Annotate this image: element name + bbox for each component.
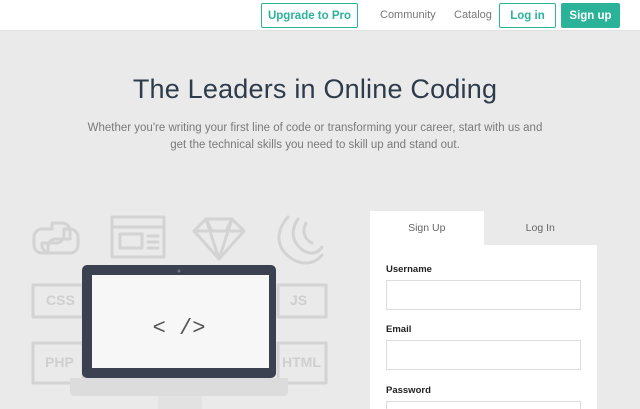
tab-log-in[interactable]: Log In: [483, 211, 597, 245]
browser-icon: [110, 215, 166, 259]
badge-label-js: JS: [290, 292, 307, 308]
badge-label-html: HTML: [282, 354, 321, 370]
sass-icon: [277, 215, 324, 265]
username-input[interactable]: [386, 280, 581, 310]
username-label: Username: [386, 264, 432, 275]
badge-label-php: PHP: [45, 354, 74, 370]
hero-subtitle-line-1: Whether you're writing your first line o…: [87, 122, 543, 134]
python-icon: [32, 221, 80, 255]
password-input[interactable]: [386, 401, 581, 409]
tab-sign-up[interactable]: Sign Up: [370, 211, 484, 245]
badge-label-css: CSS: [46, 292, 75, 308]
upgrade-to-pro-button[interactable]: Upgrade to Pro: [261, 3, 358, 28]
email-input[interactable]: [386, 340, 581, 370]
top-nav-bar: Upgrade to Pro Community Catalog Log in …: [0, 0, 640, 31]
hero-subtitle-line-2: get the technical skills you need to ski…: [170, 139, 460, 151]
hero-title: The Leaders in Online Coding: [132, 74, 498, 104]
login-button[interactable]: Log in: [499, 3, 556, 28]
nav-link-catalog[interactable]: Catalog: [454, 9, 492, 21]
auth-card: Sign Up Log In Username Email Password: [370, 211, 597, 409]
signup-button[interactable]: Sign up: [561, 3, 620, 28]
laptop-code-symbol: < />: [153, 316, 206, 341]
hero-illustration: CSS JS PHP HTML < />: [31, 215, 328, 409]
nav-link-community[interactable]: Community: [380, 9, 436, 21]
auth-tabs: Sign Up Log In: [370, 211, 597, 245]
ruby-gem-icon: [192, 217, 246, 261]
hero-subtitle: Whether you're writing your first line o…: [80, 120, 550, 154]
email-label: Email: [386, 324, 412, 335]
password-label: Password: [386, 385, 431, 396]
laptop-illustration: < />: [70, 265, 288, 409]
